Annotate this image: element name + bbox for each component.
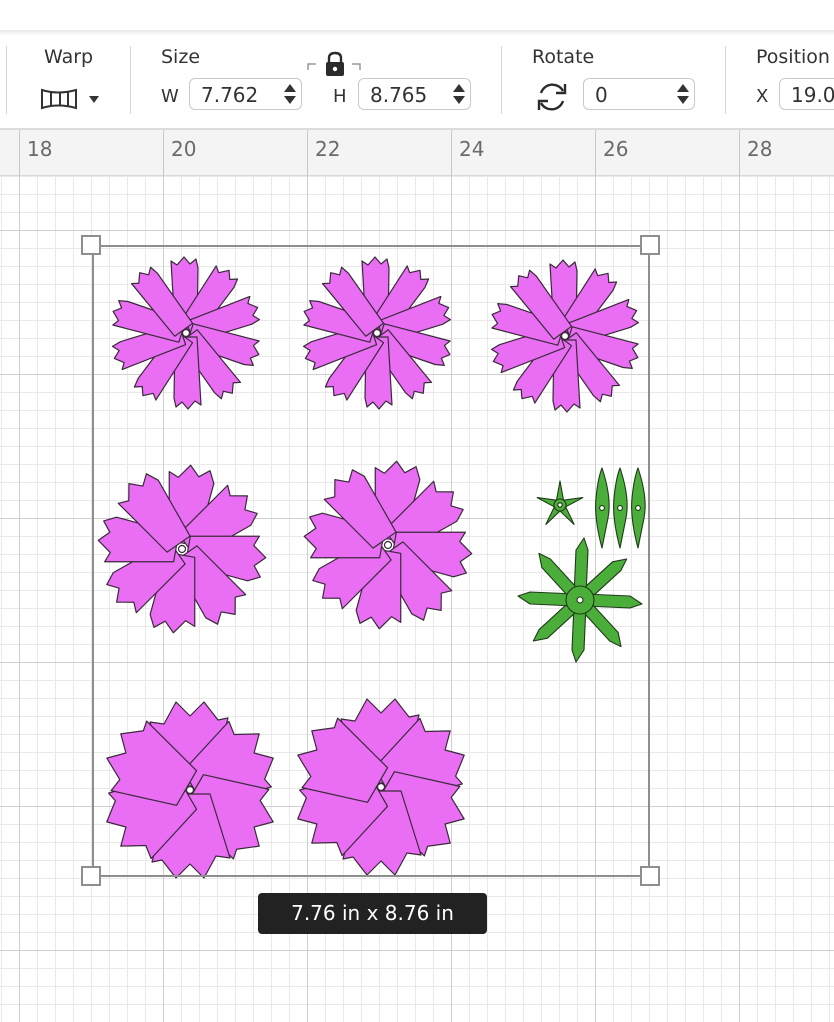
resize-handle-bottom-left[interactable]: [81, 866, 101, 886]
dimension-tooltip: 7.76 in x 8.76 in: [258, 893, 487, 934]
resize-handle-top-right[interactable]: [640, 235, 660, 255]
resize-handle-bottom-right[interactable]: [640, 866, 660, 886]
resize-handle-top-left[interactable]: [81, 235, 101, 255]
selection-box[interactable]: [92, 245, 650, 877]
